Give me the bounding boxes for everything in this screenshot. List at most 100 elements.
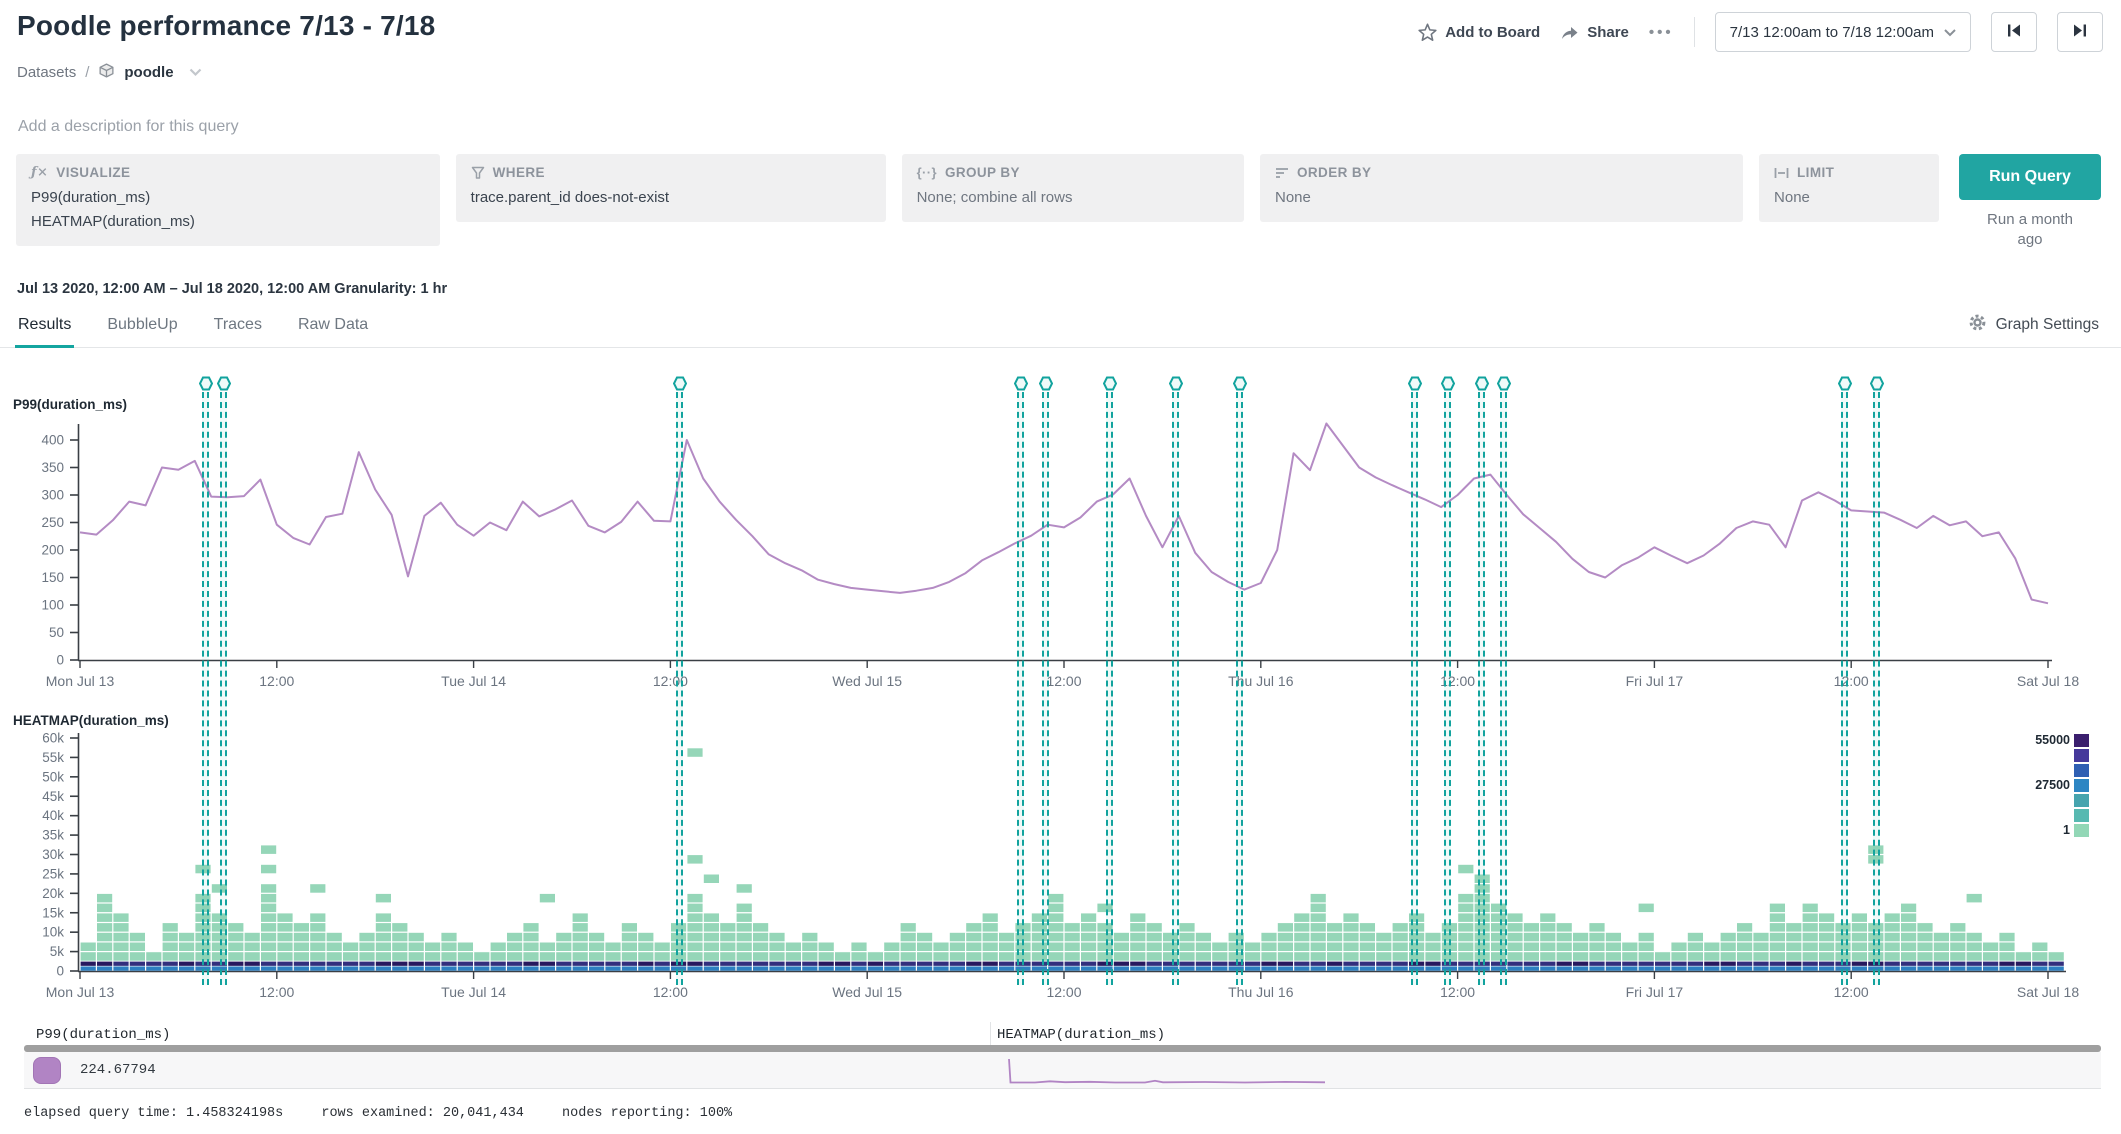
tab-results[interactable]: Results	[17, 302, 72, 348]
query-description-input[interactable]: Add a description for this query	[18, 118, 239, 136]
trace-hexagon-icon	[1169, 376, 1183, 391]
legend-color-swatch	[2074, 734, 2089, 747]
legend-color-swatch	[2074, 749, 2089, 762]
trace-hexagon-icon	[199, 376, 213, 391]
trace-hexagon-icon	[1497, 376, 1511, 391]
heatmap-outlier-cell	[1967, 894, 1982, 903]
x-tick-label: Sat Jul 18	[2017, 984, 2079, 1000]
heatmap-outlier-cell	[1097, 904, 1112, 913]
query-builder: ƒ× VISUALIZE P99(duration_ms) HEATMAP(du…	[16, 154, 2105, 249]
function-icon: ƒ×	[31, 165, 48, 180]
legend-color-swatch	[2074, 779, 2089, 792]
heatmap-outlier-cell	[540, 894, 555, 903]
p99-line-chart[interactable]: 050100150200250300350400Mon Jul 1312:00T…	[0, 410, 2121, 690]
x-tick-label: Wed Jul 15	[832, 673, 902, 689]
chevron-down-icon[interactable]	[189, 64, 202, 81]
heatmap-sparkline	[1005, 1054, 1355, 1088]
time-range-summary: Jul 13 2020, 12:00 AM – Jul 18 2020, 12:…	[17, 281, 447, 297]
add-to-board-button[interactable]: Add to Board	[1418, 23, 1540, 42]
where-clause: trace.parent_id does-not-exist	[471, 187, 871, 209]
table-scrollbar[interactable]	[24, 1045, 2101, 1052]
divider	[1694, 17, 1695, 47]
table-row[interactable]: 224.67794	[24, 1052, 2101, 1089]
x-tick-label: Mon Jul 13	[46, 984, 115, 1000]
x-tick-label: 12:00	[1834, 984, 1869, 1000]
y-tick-label: 100	[41, 598, 64, 613]
more-options-button[interactable]: •••	[1649, 24, 1674, 41]
heatmap-outlier-cell	[212, 884, 227, 893]
order-by-panel[interactable]: ORDER BY None	[1260, 154, 1743, 222]
dataset-name[interactable]: poodle	[124, 64, 173, 81]
y-tick-label: 35k	[42, 828, 64, 843]
graph-settings-button[interactable]: Graph Settings	[1968, 302, 2099, 348]
y-tick-label: 50k	[42, 769, 64, 784]
trace-hexagon-icon	[217, 376, 231, 391]
page-title: Poodle performance 7/13 - 7/18	[17, 10, 435, 42]
query-stats-footer: elapsed query time: 1.458324198s rows ex…	[24, 1106, 762, 1121]
visualize-panel[interactable]: ƒ× VISUALIZE P99(duration_ms) HEATMAP(du…	[16, 154, 440, 246]
y-tick-label: 150	[41, 570, 64, 585]
group-by-icon: {··}	[917, 165, 937, 180]
app-root: Poodle performance 7/13 - 7/18 Add to Bo…	[0, 0, 2121, 1134]
visualize-clause: HEATMAP(duration_ms)	[31, 211, 425, 233]
heatmap-outlier-cell	[310, 884, 325, 893]
y-tick-label: 300	[41, 488, 64, 503]
visualize-clause: P99(duration_ms)	[31, 187, 425, 209]
trace-hexagon-icon	[1014, 376, 1028, 391]
trace-hexagon-icon	[1103, 376, 1117, 391]
y-tick-label: 250	[41, 515, 64, 530]
x-tick-label: 12:00	[1440, 673, 1475, 689]
tab-raw-data[interactable]: Raw Data	[297, 302, 369, 348]
tabs-row: Results BubbleUp Traces Raw Data Graph Sett…	[0, 302, 2121, 348]
elapsed-time-stat: elapsed query time: 1.458324198s	[24, 1106, 283, 1121]
skip-forward-button[interactable]	[2057, 12, 2103, 52]
limit-icon	[1774, 167, 1789, 179]
y-tick-label: 0	[56, 653, 64, 668]
share-button[interactable]: Share	[1560, 24, 1629, 41]
share-icon	[1560, 24, 1579, 41]
run-ago-label: Run a month ago	[1975, 210, 2085, 249]
y-tick-label: 25k	[42, 866, 64, 881]
x-tick-label: 12:00	[653, 984, 688, 1000]
tab-traces[interactable]: Traces	[213, 302, 263, 348]
tabs: Results BubbleUp Traces Raw Data	[17, 302, 369, 348]
tab-bubbleup[interactable]: BubbleUp	[106, 302, 178, 348]
heatmap-outlier-cell	[261, 865, 276, 874]
trace-hexagon-icon	[1039, 376, 1053, 391]
run-query-button[interactable]: Run Query	[1959, 154, 2101, 200]
y-tick-label: 60k	[42, 731, 64, 746]
legend-color-swatch	[2074, 809, 2089, 822]
time-range-dropdown[interactable]: 7/13 12:00am to 7/18 12:00am	[1715, 12, 1971, 52]
trace-hexagon-icon	[1233, 376, 1247, 391]
y-tick-label: 200	[41, 543, 64, 558]
where-panel[interactable]: WHERE trace.parent_id does-not-exist	[456, 154, 886, 222]
chevron-down-icon	[1944, 24, 1956, 41]
trace-hexagon-icon	[1408, 376, 1422, 391]
breadcrumb-datasets[interactable]: Datasets	[17, 64, 76, 81]
y-tick-label: 15k	[42, 905, 64, 920]
x-tick-label: Tue Jul 14	[441, 673, 506, 689]
heatmap-outlier-cell	[687, 855, 702, 864]
heatmap-outlier-cell	[1868, 855, 1883, 864]
y-tick-label: 45k	[42, 789, 64, 804]
group-by-panel[interactable]: {··} GROUP BY None; combine all rows	[902, 154, 1244, 222]
limit-panel[interactable]: LIMIT None	[1759, 154, 1939, 222]
skip-back-button[interactable]	[1991, 12, 2037, 52]
trace-hexagon-icon	[1870, 376, 1884, 391]
x-tick-label: Tue Jul 14	[441, 984, 506, 1000]
legend-tick-label: 1	[2028, 823, 2074, 837]
limit-clause: None	[1774, 187, 1924, 209]
heatmap-outlier-cell	[737, 884, 752, 893]
skip-back-icon	[2006, 23, 2022, 41]
duration-heatmap[interactable]: 05k10k15k20k25k30k35k40k45k50k55k60kMon …	[0, 715, 2121, 1007]
series-color-swatch	[33, 1057, 61, 1084]
trace-hexagon-icon	[1441, 376, 1455, 391]
x-tick-label: 12:00	[1046, 984, 1081, 1000]
y-tick-label: 10k	[42, 925, 64, 940]
dataset-icon	[98, 62, 115, 83]
heatmap-outlier-cell	[687, 748, 702, 757]
filter-icon	[471, 166, 485, 180]
heatmap-legend: 55000275001	[2028, 733, 2089, 838]
heatmap-outlier-cell	[1311, 894, 1326, 903]
heatmap-outlier-cell	[1048, 894, 1063, 903]
